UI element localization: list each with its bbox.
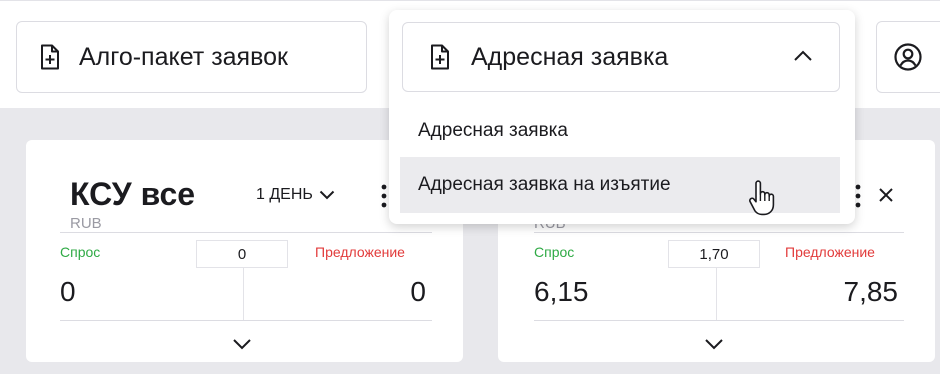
spread-value: 1,70	[668, 240, 760, 268]
close-icon[interactable]	[878, 187, 894, 203]
divider	[60, 232, 432, 233]
expand-chevron-icon[interactable]	[704, 338, 724, 350]
app-window: Алго-пакет заявок КСУ все RUB 1 ДЕНЬ Спр…	[0, 0, 940, 374]
address-order-label: Адресная заявка	[471, 42, 669, 71]
ask-value[interactable]: 7,85	[844, 276, 899, 308]
bid-value[interactable]: 6,15	[534, 276, 589, 308]
ask-label: Предложение	[315, 244, 405, 260]
ask-value[interactable]: 0	[410, 276, 426, 308]
period-label: 1 ДЕНЬ	[256, 186, 313, 203]
more-vertical-icon[interactable]	[380, 184, 388, 208]
dropdown-item-address-order[interactable]: Адресная заявка	[400, 103, 840, 159]
ask-label: Предложение	[785, 244, 875, 260]
card-title: КСУ все	[70, 176, 196, 212]
user-button[interactable]	[876, 21, 940, 93]
user-circle-icon	[893, 42, 923, 72]
algo-package-label: Алго-пакет заявок	[79, 42, 288, 71]
bid-value[interactable]: 0	[60, 276, 76, 308]
period-selector[interactable]: 1 ДЕНЬ	[256, 186, 335, 204]
card-currency: RUB	[70, 215, 102, 232]
chevron-up-icon[interactable]	[793, 50, 813, 62]
algo-package-button[interactable]: Алго-пакет заявок	[16, 21, 367, 93]
hand-cursor-icon	[748, 180, 778, 216]
divider	[60, 320, 432, 321]
more-vertical-icon[interactable]	[854, 184, 862, 208]
bid-label: Спрос	[534, 244, 575, 260]
divider	[243, 268, 244, 320]
expand-chevron-icon[interactable]	[232, 338, 252, 350]
spread-value: 0	[196, 240, 288, 268]
divider	[534, 232, 904, 233]
chevron-down-icon	[319, 190, 335, 200]
file-plus-icon	[429, 44, 451, 70]
address-order-button[interactable]: Адресная заявка	[402, 22, 840, 92]
file-plus-icon	[39, 44, 61, 70]
bid-label: Спрос	[60, 244, 101, 260]
divider	[716, 268, 717, 320]
divider	[534, 320, 904, 321]
